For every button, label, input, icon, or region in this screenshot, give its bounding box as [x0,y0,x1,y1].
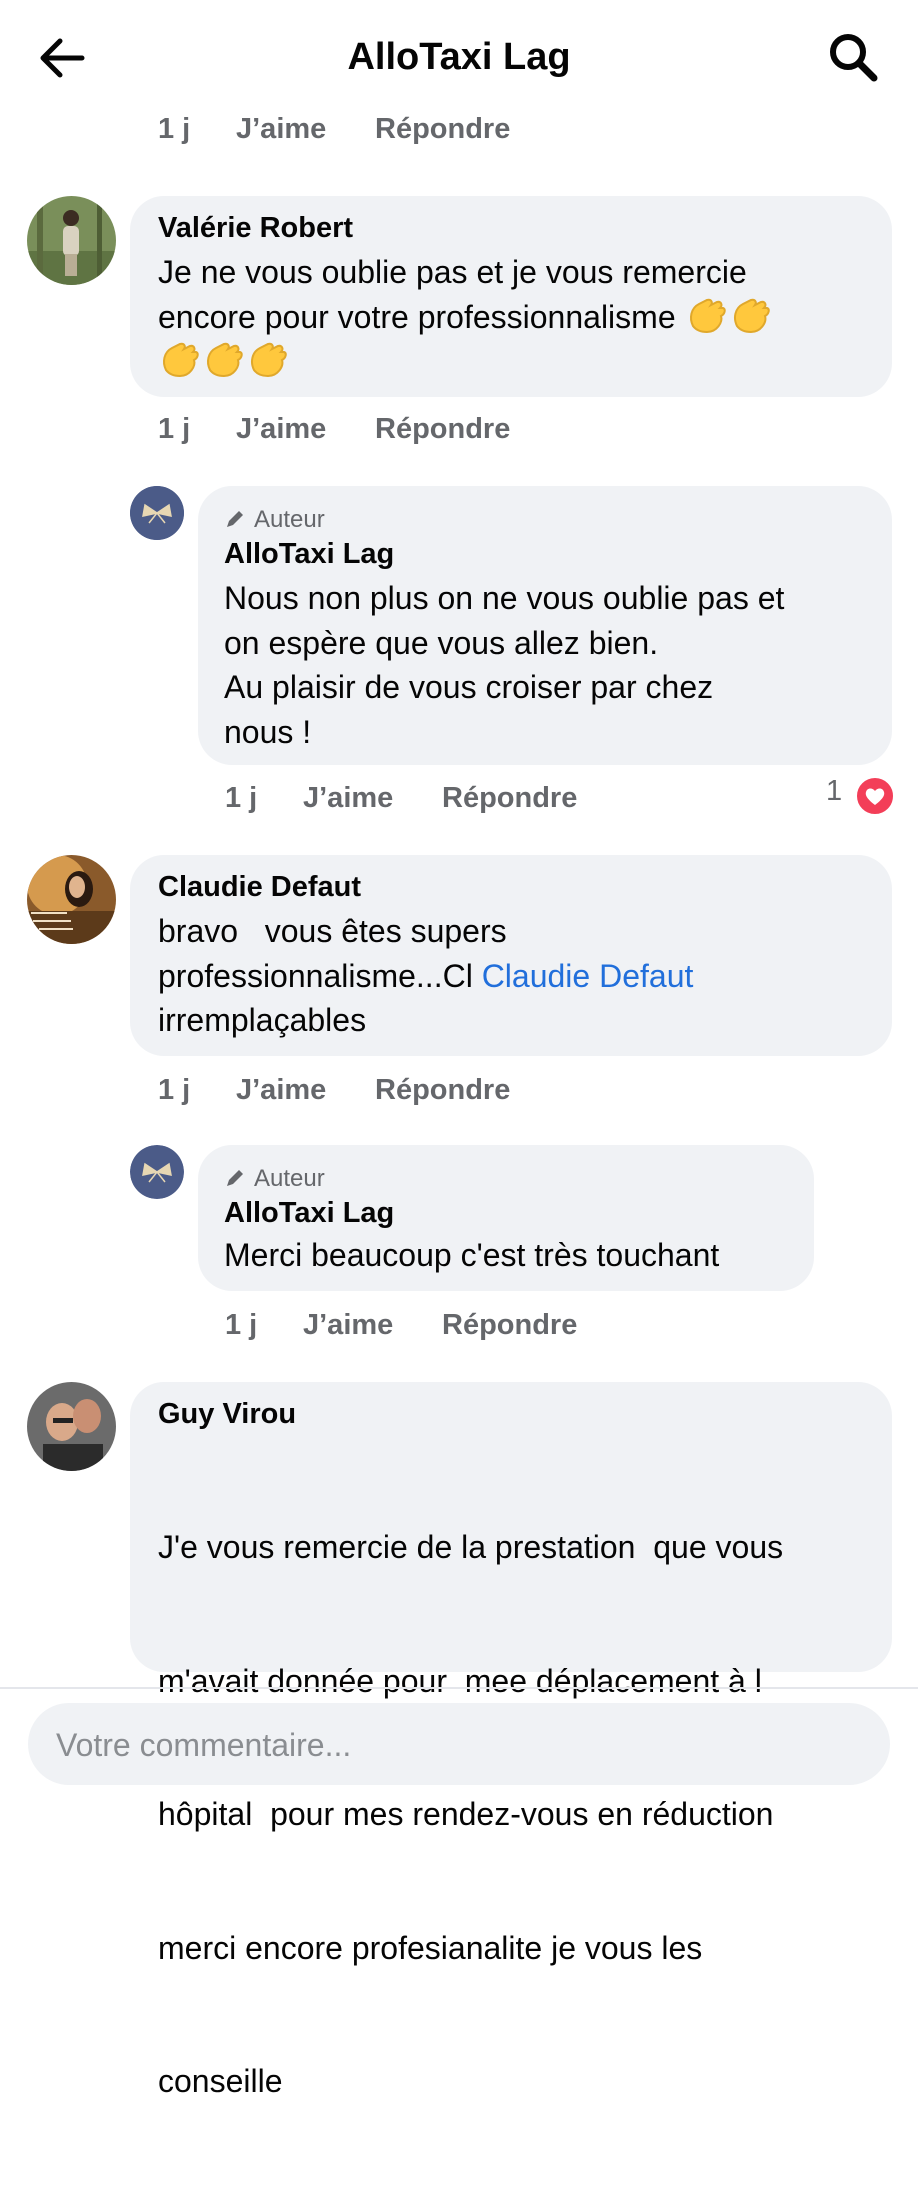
comment-text: Je ne vous oublie pas et je vous remerci… [158,250,773,384]
comment-author[interactable]: Claudie Defaut [158,871,361,904]
comment-bubble: Claudie Defaut bravo vous êtes supers pr… [130,855,892,1056]
reply-text: Merci beaucoup c'est très touchant [224,1237,720,1273]
reply-bubble: Auteur AlloTaxi Lag Merci beaucoup c'est… [198,1145,814,1291]
search-icon[interactable] [826,30,882,86]
heart-reaction-icon[interactable] [855,776,895,816]
avatar[interactable] [27,1382,116,1471]
comment-time: 1 j [225,782,258,814]
author-badge: Auteur [224,506,325,534]
divider [0,1687,918,1689]
clapping-hands-emoji [158,339,773,384]
comment-author[interactable]: Guy Virou [158,1398,296,1431]
comment-time: 1 j [158,1074,191,1106]
comment-text: J'e vous remercie de la prestation que v… [158,1529,784,2099]
like-button[interactable]: J’aime [236,413,326,446]
clapping-hands-emoji [685,298,773,335]
pencil-icon [227,1170,243,1186]
page-title: AlloTaxi Lag [347,36,571,78]
reaction-count[interactable]: 1 [826,775,842,808]
like-button[interactable]: J’aime [236,1074,326,1107]
reply-author[interactable]: AlloTaxi Lag [224,538,394,571]
reply-button[interactable]: Répondre [375,1074,510,1107]
reply-button[interactable]: Répondre [442,1309,577,1342]
avatar[interactable] [27,196,116,285]
comment-bubble: Guy Virou J'e vous remercie de la presta… [130,1382,892,2099]
page-avatar[interactable] [130,1145,184,1199]
comment-author[interactable]: Valérie Robert [158,212,353,245]
reply-button[interactable]: Répondre [442,782,577,815]
reply-button[interactable]: Répondre [375,113,510,146]
comment-input[interactable] [54,1703,858,1787]
reply-button[interactable]: Répondre [375,413,510,446]
comment-time: 1 j [158,113,191,145]
page-avatar[interactable] [130,486,184,540]
reply-bubble: Auteur AlloTaxi Lag Nous non plus on ne … [198,486,892,765]
like-button[interactable]: J’aime [303,1309,393,1342]
comment-bubble: Valérie Robert Je ne vous oublie pas et … [130,196,892,397]
mention-link[interactable]: Claudie Defaut [482,958,694,994]
avatar[interactable] [27,855,116,944]
pencil-icon [227,511,243,527]
comment-time: 1 j [158,413,191,445]
top-bar: AlloTaxi Lag [0,0,918,110]
comment-text: bravo vous êtes supers professionnalisme… [158,913,694,1038]
reply-author[interactable]: AlloTaxi Lag [224,1197,394,1230]
comment-time: 1 j [225,1309,258,1341]
author-badge: Auteur [224,1165,325,1193]
like-button[interactable]: J’aime [236,113,326,146]
reply-text: Nous non plus on ne vous oublie pas et o… [224,580,785,750]
comment-composer[interactable] [28,1703,890,1787]
like-button[interactable]: J’aime [303,782,393,815]
